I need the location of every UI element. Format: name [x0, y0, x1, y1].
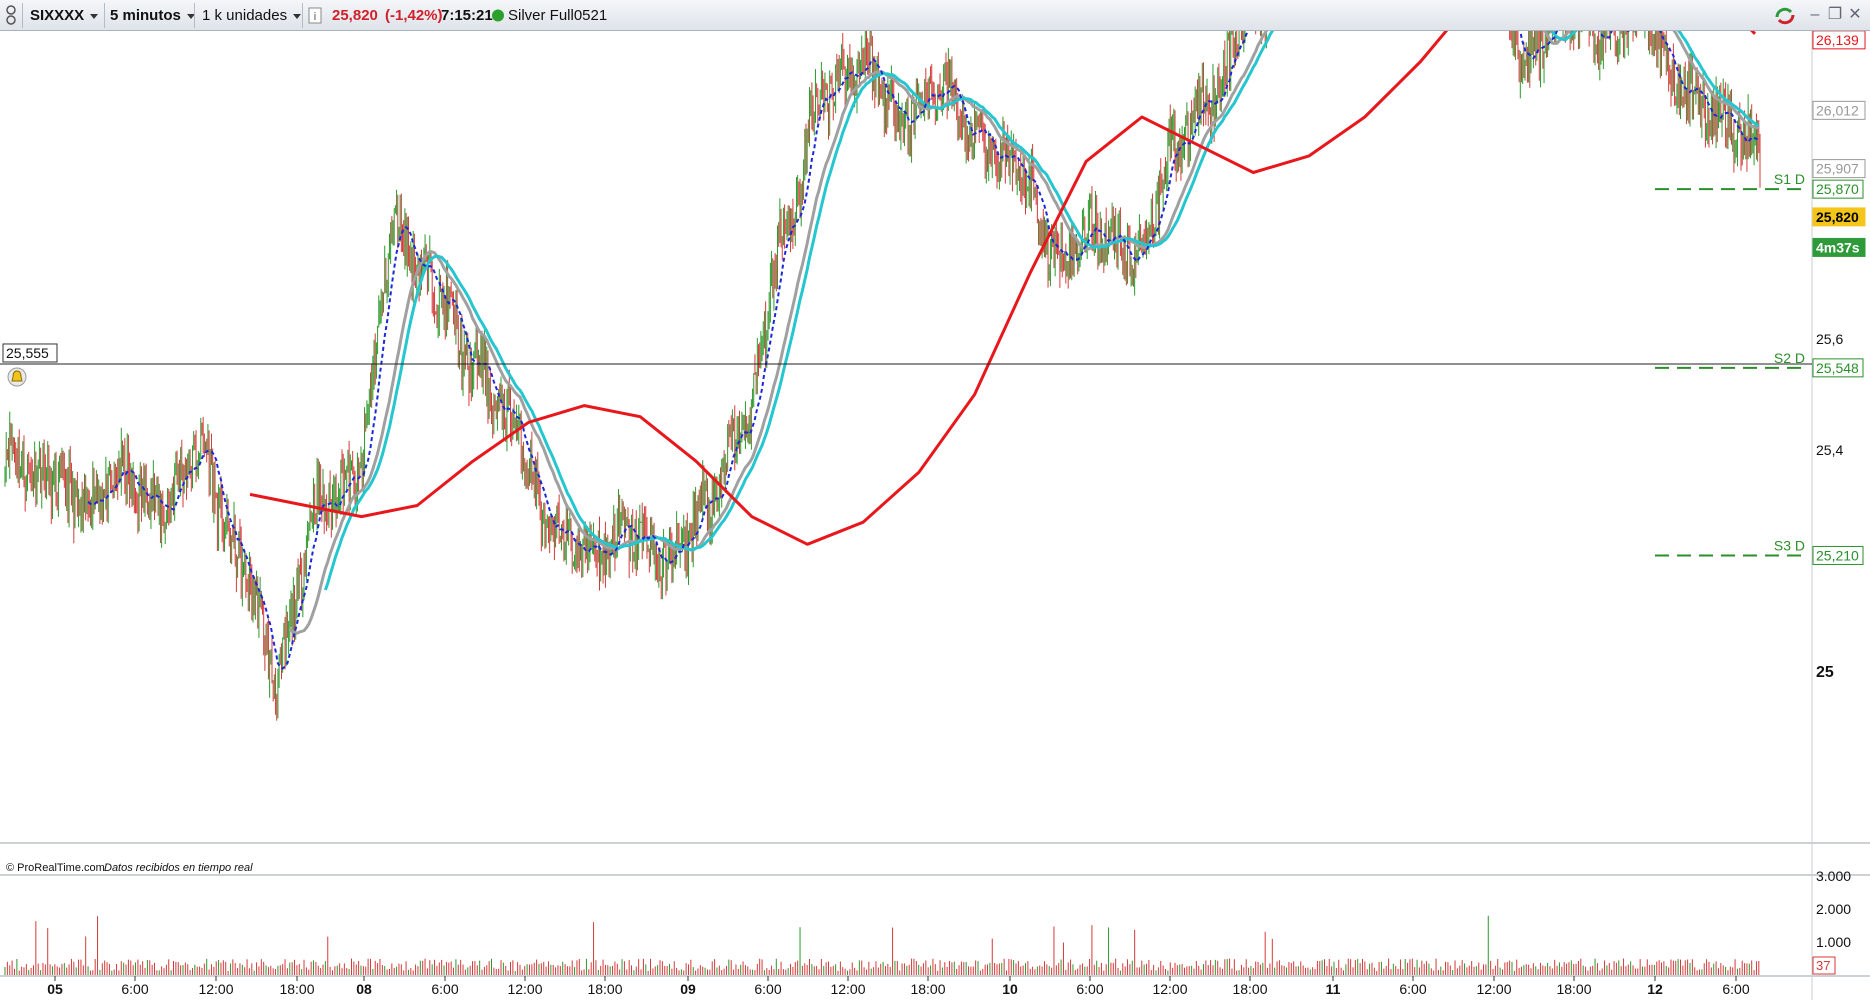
y-tick-label: 25,4 [1816, 442, 1843, 458]
price-chart[interactable]: 27,19526,86526,54525,555R3 D27,190R2 D26… [0, 31, 1870, 1000]
units-label: 1 k unidades [202, 7, 288, 24]
pivot-name: S2 D [1774, 350, 1805, 366]
x-tick-label: 10 [1002, 981, 1018, 997]
x-tick-label: 12:00 [830, 981, 865, 997]
x-tick-label: 6:00 [1076, 981, 1103, 997]
x-tick-label: 12:00 [507, 981, 542, 997]
pivot-name: S3 D [1774, 537, 1805, 553]
status-dot-icon [492, 0, 504, 31]
chevron-down-icon [293, 13, 302, 19]
axis-tag: 26,012 [1816, 102, 1859, 118]
x-tick-label: 6:00 [1722, 981, 1749, 997]
instrument-name: Silver Full0521 [508, 7, 608, 24]
x-tick-label: 18:00 [587, 981, 622, 997]
sync-icon[interactable] [1772, 0, 1798, 31]
volume-last: 37 [1816, 958, 1830, 973]
volume-tick-label: 1.000 [1816, 934, 1851, 950]
blue-dotted-line [87, 31, 1760, 670]
red-ma-line [249, 31, 1757, 546]
y-tick-label: 25 [1816, 664, 1834, 681]
axis-tag: 25,907 [1816, 161, 1859, 177]
alert-label: 25,555 [6, 345, 49, 361]
pivot-tag: 25,210 [1816, 547, 1859, 563]
axis-tag: 4m37s [1816, 239, 1860, 255]
x-tick-label: 6:00 [1399, 981, 1426, 997]
timeframe-label: 5 minutos [110, 7, 181, 24]
x-tick-label: 6:00 [431, 981, 458, 997]
units-selector[interactable]: 1 k unidades [202, 0, 302, 31]
axis-tag: 25,820 [1816, 209, 1859, 225]
realtime-note: Datos recibidos en tiempo real [104, 862, 253, 874]
last-time: 7:15:21 [441, 7, 493, 24]
symbol-label: SIXXXX [30, 7, 85, 24]
x-tick-label: 18:00 [910, 981, 945, 997]
info-icon[interactable]: i [308, 0, 322, 31]
y-tick-label: 25,6 [1816, 331, 1843, 347]
x-tick-label: 08 [356, 981, 372, 997]
link-icon[interactable] [4, 0, 18, 31]
copyright-text: © ProRealTime.com [6, 862, 105, 874]
x-tick-label: 11 [1326, 981, 1341, 997]
chevron-down-icon [90, 13, 99, 19]
x-tick-label: 12:00 [1476, 981, 1511, 997]
pivot-name: S1 D [1774, 171, 1805, 187]
restore-icon[interactable]: ❐ [1826, 6, 1844, 24]
symbol-selector[interactable]: SIXXXX [30, 0, 99, 31]
x-tick-label: 18:00 [1556, 981, 1591, 997]
price-change: (-1,42%) [385, 7, 443, 24]
volume-tick-label: 2.000 [1816, 901, 1851, 917]
bell-icon[interactable] [7, 367, 27, 387]
timeframe-selector[interactable]: 5 minutos [110, 0, 195, 31]
chart-toolbar: SIXXXX 5 minutos 1 k unidades i 25,820 (… [0, 0, 1870, 31]
x-tick-label: 12 [1647, 981, 1663, 997]
x-tick-label: 6:00 [121, 981, 148, 997]
minimize-icon[interactable]: – [1806, 6, 1824, 24]
x-tick-label: 12:00 [198, 981, 233, 997]
axis-tag: 26,139 [1816, 32, 1859, 48]
x-tick-label: 18:00 [1232, 981, 1267, 997]
last-price: 25,820 [332, 7, 378, 24]
pivot-tag: 25,548 [1816, 360, 1859, 376]
close-icon[interactable]: ✕ [1846, 6, 1864, 24]
volume-tick-label: 3.000 [1816, 868, 1851, 884]
x-tick-label: 12:00 [1152, 981, 1187, 997]
svg-text:i: i [314, 11, 316, 23]
x-tick-label: 05 [47, 981, 63, 997]
x-tick-label: 6:00 [754, 981, 781, 997]
pivot-tag: 25,870 [1816, 181, 1859, 197]
grey-ma-line [288, 31, 1760, 635]
x-tick-label: 09 [680, 981, 696, 997]
x-tick-label: 18:00 [279, 981, 314, 997]
